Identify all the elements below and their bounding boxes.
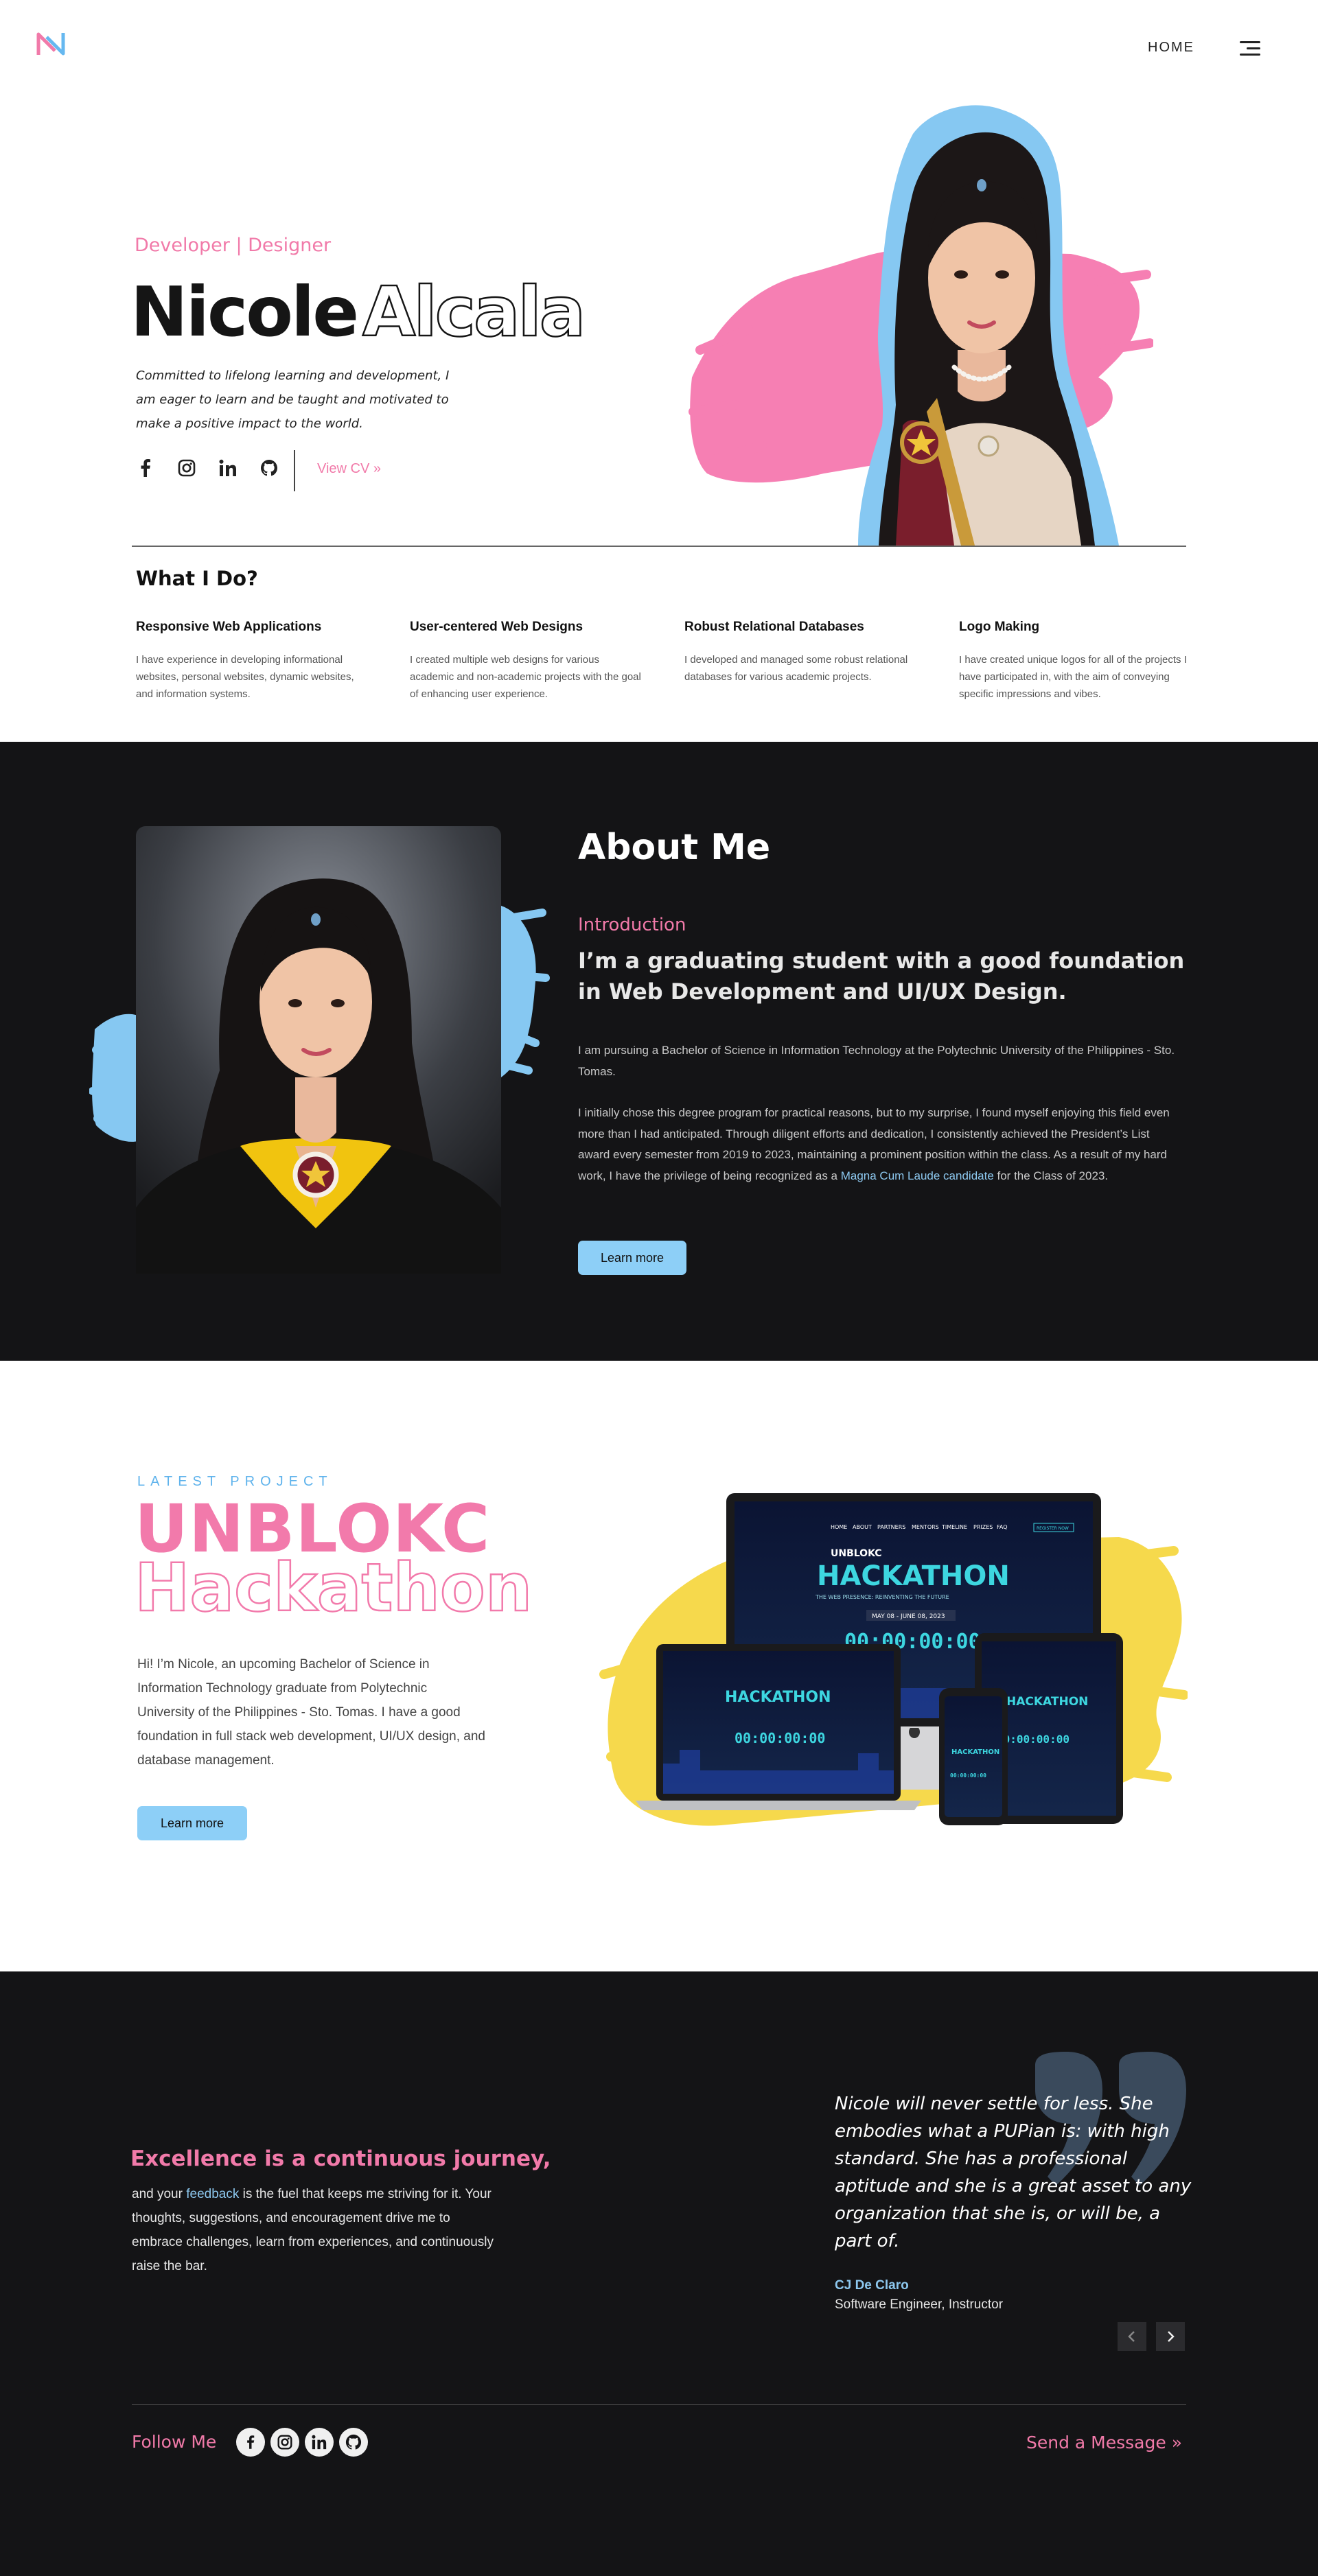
mockup-nav-partners: PARTNERS: [877, 1524, 905, 1530]
send-message-link[interactable]: Send a Message »: [1026, 2433, 1182, 2452]
service-title: Logo Making: [959, 620, 1040, 634]
mockup-nav-prizes: PRIZES: [973, 1524, 993, 1530]
feedback-text: and your feedback is the fuel that keeps…: [132, 2182, 502, 2278]
service-text: I have experience in developing informat…: [136, 654, 354, 700]
mockup-tagline: THE WEB PRESENCE: REINVENTING THE FUTURE: [815, 1594, 949, 1600]
hamburger-menu-icon[interactable]: [1240, 40, 1260, 58]
hero-name: NicoleAlcala: [130, 272, 587, 352]
mockup-register-button: REGISTER NOW: [1037, 1526, 1069, 1531]
testimonial-next-button[interactable]: [1156, 2322, 1185, 2351]
chevron-right-icon: [1168, 2331, 1175, 2342]
hero-last-name: Alcala: [362, 272, 587, 352]
linkedin-icon[interactable]: [305, 2428, 334, 2457]
testimonial-author: CJ De Claro: [835, 2278, 909, 2293]
mockup-nav-about: ABOUT: [853, 1524, 872, 1530]
about-title: About Me: [578, 827, 771, 868]
feedback-text-start: and your: [132, 2187, 187, 2201]
about-learn-more-button[interactable]: Learn more: [578, 1241, 686, 1275]
mockup-phone-headline: HACKATHON: [951, 1748, 999, 1756]
chevron-left-icon: [1128, 2331, 1135, 2342]
send-message-label: Send a Message: [1026, 2433, 1166, 2452]
mockup-brand: UNBLOKC: [831, 1548, 882, 1559]
about-paragraph-1: I am pursuing a Bachelor of Science in I…: [578, 1044, 1175, 1078]
mockup-nav-timeline: TIMELINE: [941, 1524, 967, 1530]
hero-social-links: [136, 458, 279, 478]
feedback-link[interactable]: feedback: [186, 2187, 239, 2201]
service-text: I have created unique logos for all of t…: [959, 654, 1187, 700]
instagram-icon[interactable]: [177, 458, 196, 478]
about-paragraph-2: I initially chose this degree program fo…: [578, 1103, 1182, 1186]
service-item: Logo Making I have created unique logos …: [959, 620, 1192, 703]
service-item: Responsive Web Applications I have exper…: [136, 620, 369, 703]
service-title: User-centered Web Designs: [410, 620, 583, 634]
n-monogram-logo-icon[interactable]: [36, 30, 66, 58]
mockup-nav-faq: FAQ: [997, 1524, 1008, 1530]
service-text: I created multiple web designs for vario…: [410, 654, 641, 700]
about-paragraph-2-end: for the Class of 2023.: [993, 1169, 1109, 1182]
about-subtitle: Introduction: [578, 915, 686, 935]
hero-tagline: Developer | Designer: [135, 235, 332, 256]
service-title: Responsive Web Applications: [136, 620, 322, 634]
excellence-title: Excellence is a continuous journey,: [130, 2146, 551, 2171]
double-chevron-right-icon: »: [1171, 2433, 1182, 2452]
service-item: Robust Relational Databases I developed …: [684, 620, 918, 686]
mockup-nav-home: HOME: [831, 1524, 847, 1530]
mockup-phone-countdown: 00:00:00:00: [950, 1772, 986, 1779]
testimonial-prev-button[interactable]: [1118, 2322, 1146, 2351]
footer-social-links: [236, 2428, 368, 2457]
view-cv-label: View CV: [317, 461, 370, 476]
hero-portrait-image: [689, 105, 1153, 546]
project-description: Hi! I’m Nicole, an upcoming Bachelor of …: [137, 1657, 485, 1768]
service-item: User-centered Web Designs I created mult…: [410, 620, 643, 703]
hero-divider: [294, 450, 295, 491]
facebook-icon[interactable]: [136, 458, 155, 478]
facebook-icon[interactable]: [236, 2428, 265, 2457]
hero-first-name: Nicole: [130, 272, 359, 352]
testimonial-role: Software Engineer, Instructor: [835, 2297, 1004, 2312]
project-learn-more-button[interactable]: Learn more: [137, 1806, 247, 1840]
mockup-tablet-headline: HACKATHON: [1006, 1695, 1088, 1709]
double-chevron-right-icon: »: [373, 461, 382, 476]
hackathon-devices-mockup: HOME ABOUT PARTNERS MENTORS TIMELINE PRI…: [599, 1493, 1188, 1826]
github-icon[interactable]: [339, 2428, 368, 2457]
github-icon[interactable]: [259, 458, 279, 478]
service-title: Robust Relational Databases: [684, 620, 864, 634]
about-headline: I’m a graduating student with a good fou…: [578, 948, 1185, 1005]
follow-me-label: Follow Me: [132, 2432, 217, 2452]
instagram-icon[interactable]: [270, 2428, 299, 2457]
testimonial-quote: Nicole will never settle for less. She e…: [835, 2094, 1192, 2251]
nav-home-link[interactable]: HOME: [1148, 40, 1194, 56]
mockup-headline: HACKATHON: [817, 1560, 1010, 1592]
mockup-laptop-headline: HACKATHON: [725, 1689, 831, 1706]
footer-divider: [132, 2404, 1186, 2405]
magna-cum-laude-highlight: Magna Cum Laude candidate: [840, 1169, 994, 1182]
hero-description: Committed to lifelong learning and devel…: [136, 368, 450, 431]
linkedin-icon[interactable]: [218, 458, 238, 478]
mockup-laptop-countdown: 00:00:00:00: [735, 1730, 825, 1746]
mockup-dates: MAY 08 - JUNE 08, 2023: [872, 1613, 945, 1620]
graduation-portrait-image: [89, 826, 550, 1274]
hero-divider-line: [132, 546, 1186, 547]
project-eyebrow: LATEST PROJECT: [137, 1474, 333, 1489]
what-i-do-title: What I Do?: [136, 567, 258, 590]
mockup-nav-mentors: MENTORS: [912, 1524, 939, 1530]
service-text: I developed and managed some robust rela…: [684, 654, 908, 683]
project-title-line-2: Hackathon: [134, 1549, 533, 1626]
view-cv-link[interactable]: View CV »: [317, 461, 381, 477]
